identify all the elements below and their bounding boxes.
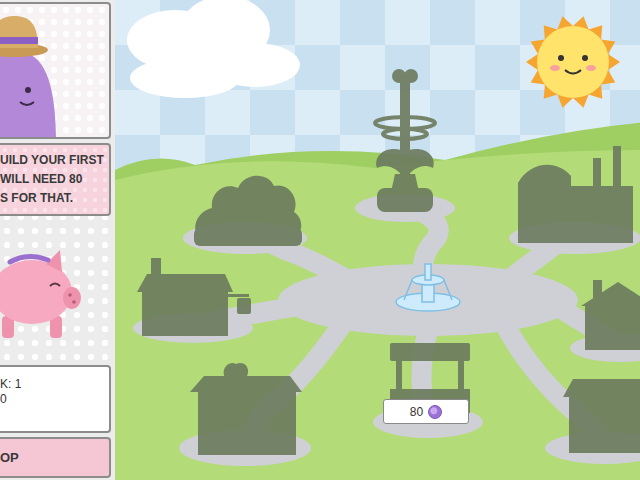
sun-icon [526,16,620,108]
shed-building[interactable] [190,363,302,455]
price-amount: 80 [410,405,423,419]
cottage-building[interactable] [581,280,640,350]
grove-building[interactable] [194,176,302,246]
speech-line: S FOR THAT. [0,189,106,208]
stat-line: 0 [0,392,105,407]
speech-line: WILL NEED 80 [0,170,106,189]
game-screen: UILD YOUR FIRSTWILL NEED 80S FOR THAT. K:… [0,0,640,480]
fountain[interactable] [396,264,460,311]
house-building[interactable] [137,258,251,336]
coin-icon [428,405,442,419]
map-canvas [115,0,640,480]
bank-stats: K: 10 [0,365,111,433]
speech-line: UILD YOUR FIRST [0,151,106,170]
tower-building[interactable] [375,69,435,212]
hills [115,122,640,480]
guide-card [0,2,111,139]
price-tag[interactable]: 80 [383,399,469,424]
speech-bubble: UILD YOUR FIRSTWILL NEED 80S FOR THAT. [0,143,111,216]
shop-button[interactable]: OP [0,437,111,478]
cloud-icon [127,0,300,98]
town-map: 80 [115,0,640,480]
piggy-bank-area [0,220,111,361]
sidebar: UILD YOUR FIRSTWILL NEED 80S FOR THAT. K:… [0,0,115,480]
factory-building[interactable] [518,146,633,243]
piggy-bank-icon [0,220,111,361]
stat-line: K: 1 [0,377,105,392]
creature-icon [0,4,111,137]
barn-building[interactable] [563,379,640,453]
